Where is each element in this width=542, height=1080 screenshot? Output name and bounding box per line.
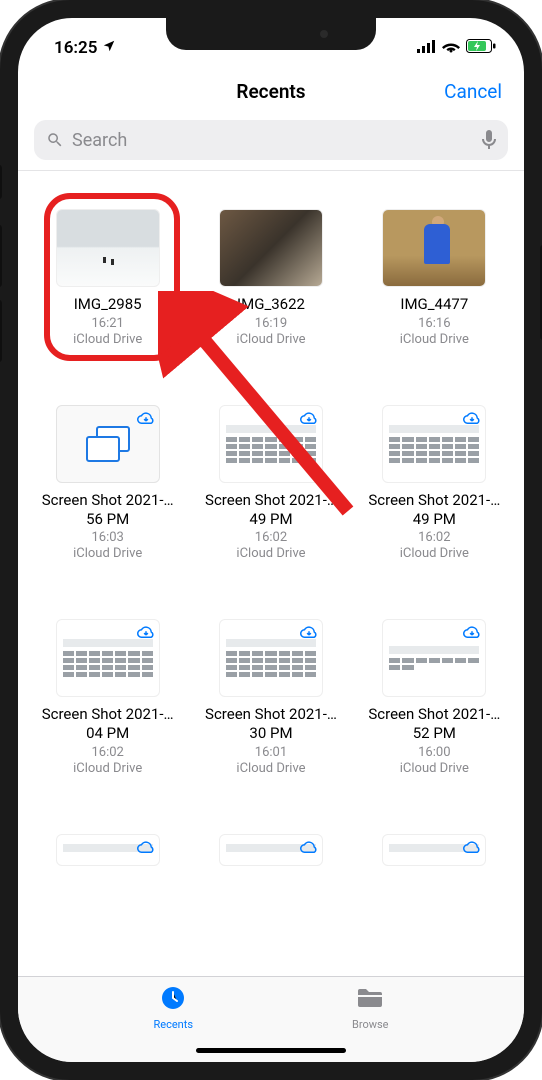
file-item[interactable]: Screen Shot 2021-…49 PM 16:02 iCloud Dri… [193,401,348,608]
file-grid: IMG_2985 16:21 iCloud Drive IMG_3622 16:… [30,205,512,920]
file-time: 16:00 [418,745,450,760]
file-name: Screen Shot 2021-…49 PM [364,491,504,529]
volume-down-button [0,300,2,362]
tab-browse[interactable]: Browse [352,985,389,1031]
file-location: iCloud Drive [73,761,142,776]
home-indicator[interactable] [196,1048,346,1053]
clock-icon [159,985,187,1015]
file-item[interactable] [193,830,348,920]
cloud-download-icon [463,839,481,858]
screen: 16:25 Recents Cancel [18,18,524,1062]
document-stack-icon [86,426,130,462]
file-item[interactable]: Screen Shot 2021-…49 PM 16:02 iCloud Dri… [357,401,512,608]
file-item[interactable]: Screen Shot 2021-…52 PM 16:00 iCloud Dri… [357,615,512,822]
file-thumbnail [219,834,323,866]
cloud-download-icon [463,410,481,429]
file-location: iCloud Drive [236,546,305,561]
file-name: Screen Shot 2021-…30 PM [201,705,341,743]
file-item[interactable] [357,830,512,920]
file-time: 16:19 [255,316,287,331]
microphone-icon[interactable] [482,130,496,150]
wifi-icon [442,38,460,58]
file-item[interactable]: Screen Shot 2021-…56 PM 16:03 iCloud Dri… [30,401,185,608]
search-icon [46,131,64,149]
file-time: 16:01 [255,745,287,760]
file-thumbnail [382,619,486,697]
folder-icon [355,985,385,1015]
file-name: IMG_3622 [237,295,305,314]
file-time: 16:16 [418,316,450,331]
file-item[interactable]: Screen Shot 2021-…30 PM 16:01 iCloud Dri… [193,615,348,822]
cloud-download-icon [463,624,481,643]
search-input[interactable] [72,130,474,151]
file-thumbnail [56,405,160,483]
page-title: Recents [236,80,305,103]
nav-bar: Recents Cancel [18,66,524,116]
file-time: 16:02 [418,530,450,545]
file-location: iCloud Drive [73,546,142,561]
file-thumbnail [219,209,323,287]
file-thumbnail [219,405,323,483]
file-thumbnail [219,619,323,697]
file-location: iCloud Drive [73,332,142,347]
file-time: 16:03 [91,530,123,545]
file-location: iCloud Drive [236,761,305,776]
file-item[interactable]: IMG_3622 16:19 iCloud Drive [193,205,348,393]
search-container [18,116,524,171]
phone-frame: 16:25 Recents Cancel [0,0,542,1080]
file-thumbnail [56,834,160,866]
cloud-download-icon [137,839,155,858]
file-item[interactable]: IMG_4477 16:16 iCloud Drive [357,205,512,393]
file-time: 16:02 [91,745,123,760]
location-arrow-icon [102,38,116,58]
tab-recents[interactable]: Recents [153,985,193,1031]
cancel-button[interactable]: Cancel [444,80,502,103]
cloud-download-icon [300,624,318,643]
file-name: Screen Shot 2021-…49 PM [201,491,341,529]
file-thumbnail [56,209,160,287]
file-thumbnail [56,619,160,697]
file-item[interactable] [30,830,185,920]
volume-up-button [0,225,2,287]
file-item[interactable]: IMG_2985 16:21 iCloud Drive [30,205,185,393]
cloud-download-icon [300,410,318,429]
mute-switch [0,165,2,199]
file-location: iCloud Drive [236,332,305,347]
notch [166,18,376,50]
tab-recents-label: Recents [153,1018,193,1031]
file-name: Screen Shot 2021-…04 PM [38,705,178,743]
cloud-download-icon [137,624,155,643]
file-name: Screen Shot 2021-…52 PM [364,705,504,743]
file-location: iCloud Drive [400,761,469,776]
file-time: 16:02 [255,530,287,545]
file-name: Screen Shot 2021-…56 PM [38,491,178,529]
file-thumbnail [382,834,486,866]
file-thumbnail [382,209,486,287]
file-item[interactable]: Screen Shot 2021-…04 PM 16:02 iCloud Dri… [30,615,185,822]
cellular-signal-icon [417,38,436,58]
tab-browse-label: Browse [352,1018,389,1031]
battery-icon [466,38,496,58]
file-time: 16:21 [91,316,123,331]
status-time: 16:25 [54,38,97,58]
file-name: IMG_2985 [74,295,142,314]
file-thumbnail [382,405,486,483]
file-grid-container[interactable]: IMG_2985 16:21 iCloud Drive IMG_3622 16:… [18,171,524,976]
cloud-download-icon [137,410,155,429]
file-location: iCloud Drive [400,332,469,347]
file-location: iCloud Drive [400,546,469,561]
file-name: IMG_4477 [400,295,468,314]
cloud-download-icon [300,839,318,858]
search-bar[interactable] [34,120,508,160]
